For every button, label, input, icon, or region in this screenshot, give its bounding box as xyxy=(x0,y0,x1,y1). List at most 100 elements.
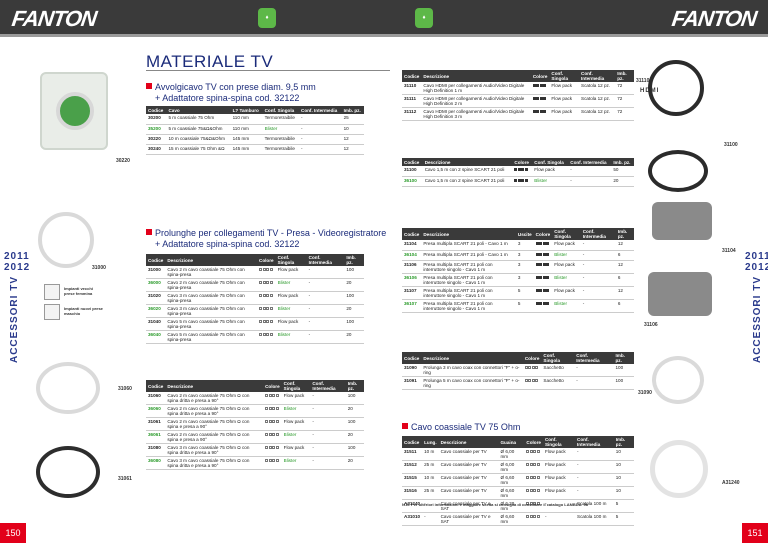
table-cell: Sacchetto xyxy=(541,376,575,390)
table-cell: 100 xyxy=(613,376,634,390)
color-swatches xyxy=(532,109,547,114)
table-cell-color xyxy=(263,443,282,457)
table-row: 36000 Cavo 2 m cavo coassiale 75 Ohm con … xyxy=(146,278,364,292)
table-header: Conf. Singola xyxy=(552,228,581,240)
table-cell: 12 xyxy=(341,134,364,145)
table-cell: 31100 xyxy=(402,166,423,177)
table-cell: - xyxy=(310,404,346,418)
table-cell: Blister xyxy=(281,430,311,444)
table-header: Uscite xyxy=(515,228,534,240)
table-cell: 100 xyxy=(345,443,364,457)
table-cell: - xyxy=(575,486,614,500)
table-cell: - xyxy=(310,456,346,470)
table-header: Conf. Intermedia xyxy=(306,254,345,266)
color-swatches xyxy=(259,332,273,337)
section-marker-icon xyxy=(402,423,408,429)
table-cell: Blister xyxy=(262,124,299,135)
table-cell: 25 xyxy=(341,114,364,125)
table-cell-color xyxy=(522,364,542,377)
table-cell: 31511 xyxy=(402,448,423,461)
table-cell: 20 xyxy=(344,304,364,318)
table-cell-color xyxy=(263,417,282,431)
table-cell: 110 mm xyxy=(230,124,263,135)
color-swatches xyxy=(265,419,279,424)
table-cell: 100 xyxy=(344,317,364,331)
table-cell: Cavo 2 m cavo coassiale 75 Ohm Ω con spi… xyxy=(165,430,264,444)
table-cell: Flow pack xyxy=(275,291,307,305)
table-header: Cavo xyxy=(166,106,231,114)
table-cell: Scatola 12 pz. xyxy=(579,82,616,95)
color-swatches xyxy=(259,306,273,311)
table-cell: Presa multipla SCART 21 poli con interru… xyxy=(421,260,516,274)
table-row: 36107 Presa multipla SCART 21 poli con in… xyxy=(402,299,634,313)
multiscart-image-1 xyxy=(652,202,712,240)
table-cell: Presa multipla SCART 21 poli con interru… xyxy=(421,273,516,287)
table-cell: 12 xyxy=(615,286,634,300)
table-cell: Flow pack xyxy=(542,448,576,461)
badge-icon-right: ♦ xyxy=(415,8,433,28)
table-cell: 31104 xyxy=(402,240,422,251)
scart-cable-image xyxy=(648,150,708,192)
table-header: Imb. pz. xyxy=(341,106,364,114)
table-header: Conf. Singola xyxy=(542,436,576,448)
table-row: 36060 Cavo 2 m cavo coassiale 75 Ohm Ω co… xyxy=(146,404,364,418)
table-cell: 145 mm xyxy=(230,144,263,155)
table-cell: 20 xyxy=(611,176,634,187)
table-row: 36080 Cavo 3 m cavo coassiale 75 Ohm Ω co… xyxy=(146,456,364,470)
table-cell: Blister xyxy=(281,404,311,418)
table-cell-color xyxy=(263,430,282,444)
hdmi-table: Codice Descrizione Colore Conf. Singola Conf… xyxy=(402,70,634,121)
color-swatches xyxy=(532,83,547,88)
table-cell: 110 mm xyxy=(230,114,263,125)
color-swatches xyxy=(524,378,539,383)
table-cell: 5 xyxy=(613,512,634,526)
scart-table: Codice Descrizione Colore Conf. Singola Conf… xyxy=(402,158,634,187)
table-cell: 31040 xyxy=(146,317,166,331)
table-cell: - xyxy=(310,392,346,405)
table-cell-color xyxy=(524,448,543,461)
coax-note: N.B. Per ulteriori informazioni e maggio… xyxy=(402,502,588,507)
table-cell: Blister xyxy=(275,304,307,318)
table-header: Imb. pz. xyxy=(345,380,364,392)
plug-male-label: Impianti nuovi prese maschio xyxy=(64,306,103,316)
table-cell: - xyxy=(306,278,345,292)
table-header: Codice xyxy=(402,436,423,448)
table-cell: 12 xyxy=(341,144,364,155)
table-cell: 3 xyxy=(515,250,534,261)
table-cell: - xyxy=(306,330,345,344)
table-cell: 20 xyxy=(345,404,364,418)
table-cell: Blister xyxy=(532,176,569,187)
table-header: Conf. Singola xyxy=(275,254,307,266)
table-cell: 31107 xyxy=(402,286,422,300)
table-header: Colore xyxy=(530,70,550,82)
table-cell: 72 xyxy=(615,107,634,121)
table-row: 31512 25 m Cavo coassiale per TV Ø 6,00 mm F… xyxy=(402,460,634,474)
badge-icon-left: ♦ xyxy=(258,8,276,28)
table-row: 30200 5 m coassiale 75 Ohm 110 mm Termoretr… xyxy=(146,114,364,125)
table-cell-color xyxy=(530,94,550,108)
table-row: 31110 Cavo HDMI per collegamenti Audio/Vi… xyxy=(402,82,634,95)
table-header: Codice xyxy=(402,352,422,364)
table-cell: Cavo 2 m cavo coassiale 75 Ohm con spina… xyxy=(165,266,258,279)
table-cell: 31090 xyxy=(402,364,422,377)
table-cell: Cavo HDMI per collegamenti Audio/Video D… xyxy=(421,82,531,95)
table-header: Conf. Intermedia xyxy=(568,158,612,166)
multiscart-table: Codice Descrizione Uscite Colore Conf. Singo… xyxy=(402,228,634,313)
table-cell: 31516 xyxy=(402,486,423,500)
coax-table: Codice Lung. Descrizione Guaina Colore Conf. … xyxy=(402,436,634,526)
table-row: 31516 25 m Cavo coassiale per TV Ø 6,60 mm F… xyxy=(402,486,634,500)
table-cell: Flow pack xyxy=(281,417,311,431)
cable-reel-image xyxy=(40,72,108,150)
table-cell: - xyxy=(299,144,342,155)
table-cell: - xyxy=(580,299,616,313)
table-header: Descrizione xyxy=(165,380,264,392)
reel-title: Avvolgicavo TV con prese diam. 9,5 mm + … xyxy=(146,82,316,104)
color-swatches xyxy=(514,167,528,172)
table-cell: Ø 6,00 mm xyxy=(498,460,525,474)
table-row: 36106 Presa multipla SCART 21 poli con in… xyxy=(402,273,634,287)
table-cell: Termoretraibile xyxy=(262,114,299,125)
table-cell: Flow pack xyxy=(542,486,576,500)
table-row: 31104 Presa multipla SCART 21 poli - Cavo… xyxy=(402,240,634,251)
table-header: Descrizione xyxy=(421,352,523,364)
table-cell: 5 xyxy=(515,286,534,300)
